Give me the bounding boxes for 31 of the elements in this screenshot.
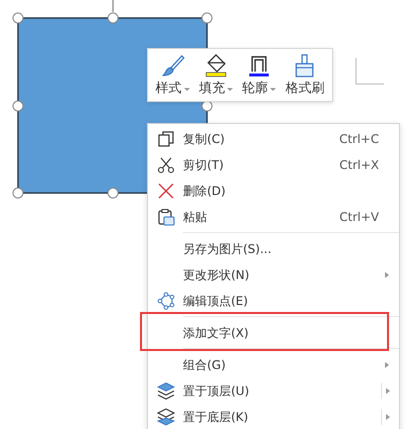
menu-item[interactable]: 组合(G) [148,352,399,378]
toolbar-button[interactable]: 轮廓 [241,51,278,99]
resize-handle[interactable] [108,12,118,24]
resize-handle[interactable] [202,12,212,24]
edit-points-icon [156,292,174,310]
delete-icon [156,182,174,200]
menu-item[interactable]: 另存为图片(S)... [148,236,399,262]
menu-item[interactable]: 复制(C) Ctrl+C [148,126,399,152]
send-to-back-icon [156,408,174,426]
menu-item[interactable]: 置于底层(K) [148,404,399,429]
copy-icon [156,130,174,148]
resize-handle[interactable] [12,188,24,198]
page-corner-mark [356,58,384,84]
menu-item[interactable]: 更改形状(N) [148,262,399,288]
toolbar-button[interactable]: 填充 [198,51,234,99]
menu-item[interactable]: 剪切(T) Ctrl+X [148,152,399,178]
brush-icon [160,53,186,78]
menu-item[interactable]: 删除(D) [148,178,399,204]
bring-to-front-icon [156,382,174,400]
scissors-icon [156,156,174,174]
clipboard-icon [156,208,174,226]
resize-handle[interactable] [12,100,24,112]
menu-item[interactable]: 添加文字(X) [148,320,399,346]
resize-handle[interactable] [12,12,24,24]
rotation-handle[interactable] [112,0,114,12]
menu-item[interactable]: 编辑顶点(E) [148,288,399,314]
resize-handle[interactable] [108,188,118,198]
menu-item[interactable]: 置于顶层(U) [148,378,399,404]
toolbar-button[interactable]: 格式刷 [284,51,326,99]
toolbar-button[interactable]: 样式 [154,51,191,99]
menu-item[interactable]: 粘贴 Ctrl+V [148,204,399,230]
